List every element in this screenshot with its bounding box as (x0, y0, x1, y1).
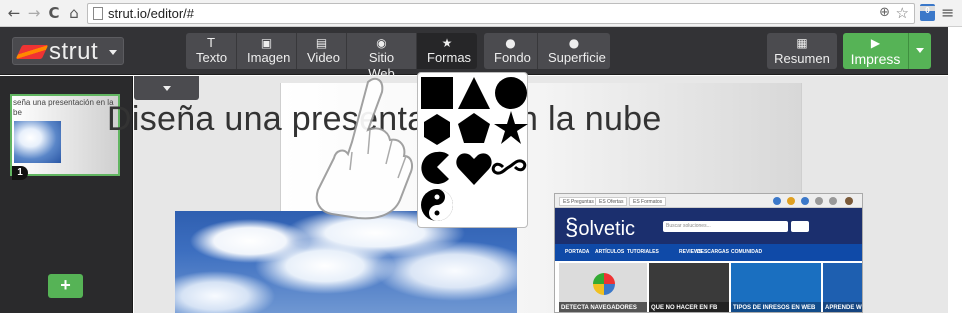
heart-shape[interactable] (456, 153, 492, 185)
avatar (845, 197, 853, 205)
site-card-caption: TIPOS DE INRESOS EN WEB (731, 302, 821, 312)
hand-pointer-icon (315, 77, 413, 220)
social-icon (773, 197, 781, 205)
impress-main-button[interactable]: ▶ Impress (843, 33, 909, 69)
impress-button[interactable]: ▶ Impress (843, 33, 931, 69)
superficie-button[interactable]: ● Superficie (538, 33, 610, 69)
site-tab: ES Formatos (629, 197, 667, 206)
site-tab: ES Preguntas (559, 197, 598, 206)
slide-thumbnail[interactable]: seña una presentación en la be (10, 94, 120, 176)
sitio-web-button[interactable]: ◉ Sitio Web (347, 33, 417, 81)
zoom-icon[interactable]: ⊕ (879, 5, 890, 20)
shapes-popup (417, 72, 528, 228)
circle-shape[interactable] (495, 77, 527, 109)
site-card: QUE NO HACER EN FB (649, 263, 729, 312)
texto-button[interactable]: T Texto (186, 33, 237, 69)
site-card: DETECTA NAVEGADORES (559, 263, 647, 312)
imagen-label: Imagen (247, 50, 291, 65)
formas-label: Formas (427, 50, 472, 65)
slide-number-badge: 1 (12, 166, 28, 180)
site-nav: PORTADA ARTÍCULOS TUTORIALES REVIEWS DES… (555, 244, 862, 261)
pacman-shape[interactable] (421, 151, 449, 184)
superficie-label: Superficie (548, 50, 606, 65)
canvas-menu-button[interactable] (134, 76, 199, 100)
video-label: Video (307, 50, 341, 65)
site-logo-text: olvetic (578, 218, 636, 240)
triangle-shape[interactable] (458, 77, 490, 109)
social-icon (787, 197, 795, 205)
site-nav-item: PORTADA (565, 249, 590, 255)
pentagon-shape[interactable] (458, 113, 490, 143)
site-card: APRENDE WI (823, 263, 862, 312)
site-card-caption: QUE NO HACER EN FB (649, 302, 729, 312)
home-icon[interactable]: ⌂ (65, 4, 83, 22)
address-bar[interactable]: strut.io/editor/# ⊕ ☆ (87, 3, 915, 24)
hexagon-shape[interactable] (424, 114, 450, 145)
site-tab: ES Ofertas (595, 197, 628, 206)
formas-button[interactable]: ★ Formas (417, 33, 477, 69)
bookmark-star-icon[interactable]: ☆ (896, 4, 909, 22)
app-toolbar: strut T Texto ▣ Imagen ▤ Video ◉ Sitio W… (0, 27, 948, 81)
grid-icon: ▦ (796, 36, 808, 50)
yin-yang-shape[interactable] (421, 189, 453, 221)
logo-text: strut (49, 38, 99, 65)
star-shape[interactable] (494, 111, 528, 144)
chevron-down-icon (109, 50, 117, 55)
shapes-grid (421, 77, 528, 221)
browser-toolbar: ← → C ⌂ strut.io/editor/# ⊕ ☆ 0 ≡ (0, 0, 962, 27)
play-icon: ▶ (870, 36, 881, 50)
social-icon (801, 197, 809, 205)
embedded-website-image[interactable]: ES Preguntas ES Ofertas ES Formatos §olv… (554, 193, 863, 313)
film-icon: ▤ (315, 36, 328, 50)
site-nav-item: COMUNIDAD (731, 249, 763, 255)
image-icon: ▣ (260, 36, 273, 50)
drop-icon: ● (568, 36, 580, 50)
site-logo: §olvetic (565, 214, 636, 241)
resumen-button[interactable]: ▦ Resumen (767, 33, 837, 69)
text-icon: T (207, 36, 215, 50)
star-icon: ★ (441, 36, 453, 50)
extension-icon[interactable]: 0 (920, 4, 935, 21)
site-nav-item: DESCARGAS (697, 249, 729, 255)
site-tab-bar: ES Preguntas ES Ofertas ES Formatos (555, 194, 862, 208)
thumbnail-text: seña una presentación en la be (13, 98, 114, 117)
fondo-label: Fondo (494, 50, 531, 65)
browser-logo-icon (593, 273, 615, 295)
social-icon (815, 197, 823, 205)
forward-icon[interactable]: → (25, 4, 43, 22)
back-icon[interactable]: ← (5, 4, 23, 22)
imagen-button[interactable]: ▣ Imagen (237, 33, 297, 69)
url-text[interactable]: strut.io/editor/# (108, 6, 194, 21)
site-nav-item: TUTORIALES (627, 249, 659, 255)
strut-logo-icon (15, 45, 49, 59)
add-slide-button[interactable]: + (48, 274, 83, 298)
thumbnail-image (14, 121, 61, 163)
strut-logo-menu[interactable]: strut (12, 37, 124, 65)
resumen-label: Resumen (774, 51, 830, 66)
site-card: TIPOS DE INRESOS EN WEB (731, 263, 821, 312)
extension-badge: 0 (920, 6, 935, 15)
site-search-input: Buscar soluciones... (663, 221, 788, 232)
page-icon (93, 7, 103, 20)
insert-group: T Texto ▣ Imagen ▤ Video ◉ Sitio Web ★ F… (186, 33, 477, 81)
impress-label: Impress (850, 51, 901, 67)
texto-label: Texto (196, 50, 228, 65)
site-search-button (791, 221, 809, 232)
drop-icon: ● (505, 36, 516, 50)
chevron-down-icon[interactable] (916, 48, 924, 53)
infinity-shape[interactable] (491, 159, 527, 175)
square-shape[interactable] (421, 77, 453, 109)
site-card-caption: DETECTA NAVEGADORES (559, 302, 647, 312)
site-nav-item: ARTÍCULOS (595, 249, 625, 255)
reload-icon[interactable]: C (45, 4, 63, 22)
browser-menu-icon[interactable]: ≡ (941, 4, 957, 21)
globe-icon: ◉ (376, 36, 387, 50)
style-group: ● Fondo ● Superficie (484, 33, 610, 69)
social-icon (829, 197, 837, 205)
chevron-down-icon (163, 86, 171, 91)
fondo-button[interactable]: ● Fondo (484, 33, 538, 69)
video-button[interactable]: ▤ Video (297, 33, 347, 69)
site-card-caption: APRENDE WI (823, 302, 862, 312)
